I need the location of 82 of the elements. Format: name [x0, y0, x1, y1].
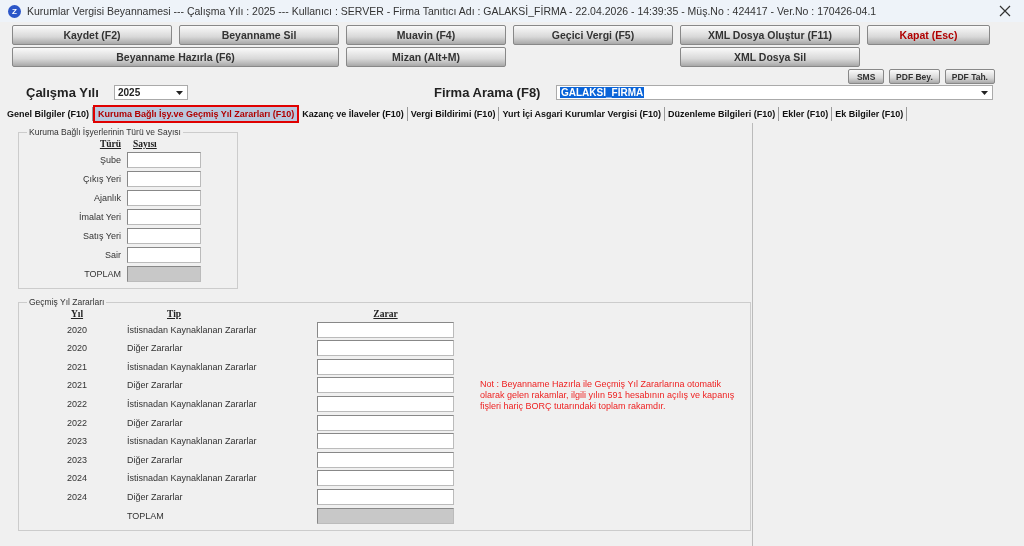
toolbar-button[interactable]: XML Dosya Oluştur (F11): [680, 25, 860, 45]
tab[interactable]: Vergi Bildirimi (F10): [407, 107, 500, 121]
close-button[interactable]: Kapat (Esc): [867, 25, 990, 45]
year-cell-text: 2023: [66, 454, 88, 465]
count-field[interactable]: [127, 228, 201, 244]
year-dropdown[interactable]: 2025: [114, 85, 188, 100]
count-field[interactable]: [127, 171, 201, 187]
year-cell-text: 2024: [66, 491, 88, 502]
count-field[interactable]: [127, 209, 201, 225]
year-cell-text: 2022: [66, 398, 88, 409]
column-header: Sayısı: [132, 139, 158, 149]
close-icon[interactable]: [998, 4, 1012, 18]
small-button[interactable]: PDF Bey.: [889, 69, 940, 84]
row-label: Çıkış Yeri: [81, 174, 121, 184]
total-label: TOPLAM: [83, 269, 121, 279]
loss-field[interactable]: [317, 451, 454, 468]
row-label: Ajanlık: [93, 193, 121, 203]
loss-field[interactable]: [317, 377, 454, 394]
year-cell-text: 2023: [66, 436, 88, 447]
year-cell-text: 2021: [66, 380, 88, 391]
type-cell-text: Diğer Zararlar: [127, 417, 184, 428]
toolbar-button[interactable]: Beyanname Sil: [179, 25, 339, 45]
count-field[interactable]: [127, 152, 201, 168]
type-cell-text: İstisnadan Kaynaklanan Zararlar: [127, 361, 258, 372]
total-field[interactable]: [127, 266, 201, 282]
tab[interactable]: Kuruma Bağlı İşy.ve Geçmiş Yıl Zararları (F10): [93, 105, 300, 123]
year-cell-text: 2021: [66, 361, 88, 372]
toolbar-button[interactable]: Mizan (Alt+M): [346, 47, 506, 67]
window-title: Kurumlar Vergisi Beyannamesi --- Çalışma Yılı : 2025 --- Kullanıcı : SERVER - Firma Tanıtıcı Adı : GALAKSİ_FİRMA - 22.04.2026 - 14:39:35 - Müş.No : 424417 - Ver.No : 170426-04.1: [27, 5, 878, 17]
caret-icon: [175, 89, 184, 96]
count-field[interactable]: [127, 247, 201, 263]
type-cell-text: İstisnadan Kaynaklanan Zararlar: [127, 473, 258, 484]
app-logo: Z: [8, 4, 21, 18]
year-cell-text: 2022: [66, 417, 88, 428]
caret-icon: [980, 89, 989, 96]
toolbar-button[interactable]: Geçici Vergi (F5): [513, 25, 673, 45]
toolbar-button[interactable]: Kaydet (F2): [12, 25, 172, 45]
loss-field[interactable]: [317, 488, 454, 505]
loss-field[interactable]: [317, 321, 454, 338]
row-label: Şube: [98, 155, 121, 165]
loss-field[interactable]: [317, 433, 454, 450]
total-label: TOPLAM: [127, 510, 165, 521]
tab[interactable]: Ek Bilgiler (F10): [832, 107, 908, 121]
toolbar-button[interactable]: XML Dosya Sil: [680, 47, 860, 67]
column-header: Tip: [166, 309, 183, 319]
tab[interactable]: Ekler (F10): [779, 107, 833, 121]
small-button[interactable]: PDF Tah.: [944, 69, 995, 84]
group-title: Kuruma Bağlı İşyerlerinin Türü ve Sayısı: [28, 127, 182, 137]
year-cell-text: 2024: [66, 473, 88, 484]
group-title: Geçmiş Yıl Zararları: [28, 297, 106, 307]
loss-field[interactable]: [317, 470, 454, 487]
tab[interactable]: Kazanç ve İlaveler (F10): [299, 107, 408, 121]
company-search-label: Firma Arama (F8): [434, 85, 542, 100]
loss-field[interactable]: [317, 414, 454, 431]
loss-field[interactable]: [317, 395, 454, 412]
toolbar-button[interactable]: Beyanname Hazırla (F6): [12, 47, 339, 67]
column-header: Türü: [98, 139, 121, 149]
loss-field[interactable]: [317, 358, 454, 375]
type-cell-text: Diğer Zararlar: [127, 491, 184, 502]
company-search-dropdown[interactable]: GALAKSİ_FİRMA: [556, 85, 993, 100]
type-cell-text: Diğer Zararlar: [127, 454, 184, 465]
year-cell-text: 2020: [66, 343, 88, 354]
type-cell-text: İstisnadan Kaynaklanan Zararlar: [127, 324, 258, 335]
row-label: Sair: [104, 250, 121, 260]
type-cell-text: Diğer Zararlar: [127, 343, 184, 354]
toolbar-button[interactable]: Muavin (F4): [346, 25, 506, 45]
tab[interactable]: Yurt İçi Asgari Kurumlar Vergisi (F10): [499, 107, 666, 121]
year-cell-text: 2020: [66, 324, 88, 335]
note-text: Not : Beyanname Hazırla ile Geçmiş Yıl Zararlarına otomatik olarak gelen rakamlar, ilgili yılın 591 hesabının açılış ve kapanış fişleri hariç BORÇ tutarındaki toplam rakamdır.: [480, 379, 736, 412]
tab[interactable]: Düzenleme Bilgileri (F10): [665, 107, 780, 121]
type-cell-text: İstisnadan Kaynaklanan Zararlar: [127, 436, 258, 447]
row-label: İmalat Yeri: [77, 212, 121, 222]
type-cell-text: İstisnadan Kaynaklanan Zararlar: [127, 398, 258, 409]
loss-field[interactable]: [317, 340, 454, 357]
column-header: Zarar: [372, 309, 399, 319]
year-label: Çalışma Yılı: [26, 85, 100, 100]
count-field[interactable]: [127, 190, 201, 206]
type-cell-text: Diğer Zararlar: [127, 380, 184, 391]
row-label: Satış Yeri: [81, 231, 121, 241]
column-header: Yıl: [69, 309, 85, 319]
small-button[interactable]: SMS: [848, 69, 885, 84]
total-field[interactable]: [317, 507, 454, 524]
